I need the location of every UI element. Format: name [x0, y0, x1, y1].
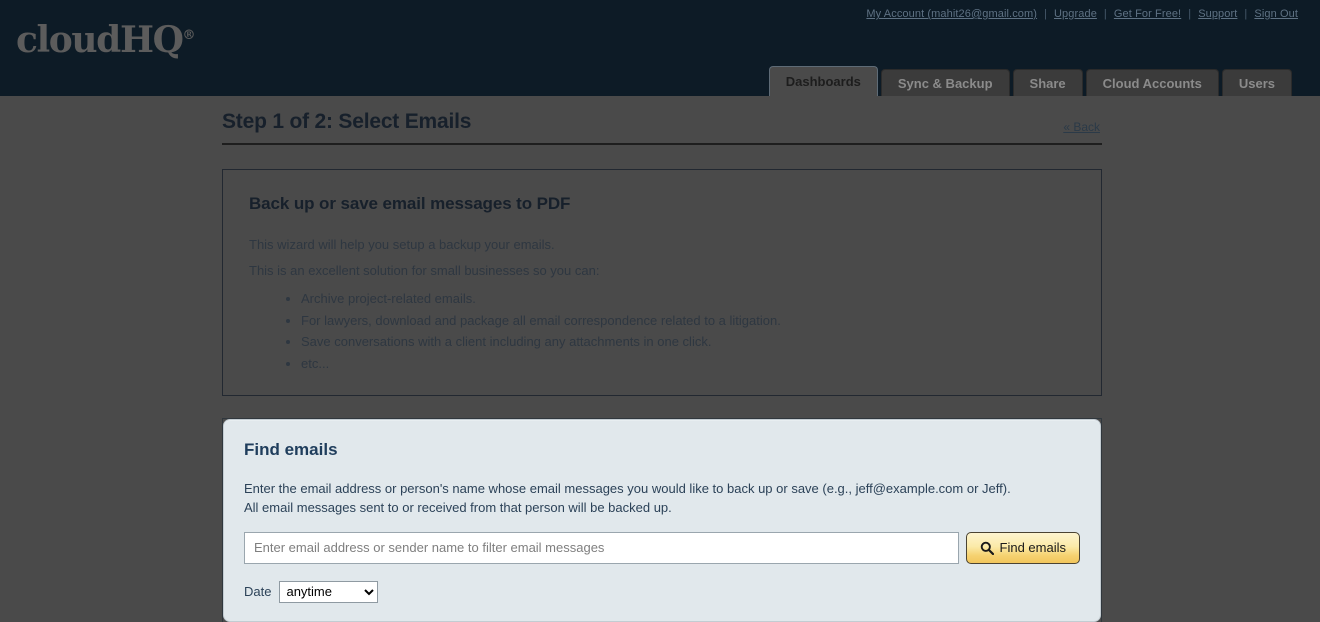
back-link[interactable]: « Back	[1063, 120, 1100, 134]
date-select[interactable]: anytimepast daypast weekpast monthpast y…	[279, 580, 379, 603]
registered-trademark-icon: ®	[182, 28, 196, 43]
info-box-heading: Back up or save email messages to PDF	[249, 194, 571, 213]
link-separator: |	[1188, 8, 1192, 20]
find-emails-panel: Find emails Enter the email address or p…	[223, 419, 1101, 622]
description-line-2: All email messages sent to or received f…	[244, 499, 672, 515]
find-emails-heading: Find emails	[244, 440, 338, 459]
my-account-link[interactable]: My Account (mahit26@gmail.com)	[866, 8, 1037, 20]
list-item: Save conversations with a client includi…	[301, 331, 1075, 353]
cloudhq-logo[interactable]: cloudHQ®	[16, 22, 196, 58]
list-item: For lawyers, download and package all em…	[301, 310, 1075, 332]
utility-links: My Account (mahit26@gmail.com) | Upgrade | G…	[866, 8, 1298, 20]
find-emails-button[interactable]: Find emails	[965, 531, 1080, 564]
info-paragraph-2: This is an excellent solution for small …	[249, 262, 600, 278]
get-for-free-link[interactable]: Get For Free!	[1114, 8, 1181, 20]
search-row: Find emails	[244, 531, 1080, 564]
tab-share[interactable]: Share	[1012, 69, 1083, 96]
search-input[interactable]	[244, 531, 959, 564]
find-emails-description: Enter the email address or person's name…	[244, 480, 1080, 518]
link-separator: |	[1044, 8, 1048, 20]
page-title: Step 1 of 2: Select Emails	[222, 110, 472, 133]
list-item: etc...	[301, 353, 1075, 375]
description-line-1: Enter the email address or person's name…	[244, 481, 1011, 496]
find-emails-button-label: Find emails	[999, 540, 1066, 556]
page-header: Step 1 of 2: Select Emails « Back	[222, 96, 1102, 145]
info-paragraph-1: This wizard will help you setup a backup…	[249, 237, 555, 252]
search-icon	[980, 541, 994, 555]
tab-dashboards[interactable]: Dashboards	[768, 66, 878, 96]
support-link[interactable]: Support	[1198, 8, 1237, 20]
info-bullet-list: Archive project-related emails. For lawy…	[249, 288, 1075, 375]
date-label: Date	[244, 584, 272, 600]
link-separator: |	[1103, 8, 1107, 20]
logo-text: cloudHQ	[16, 19, 184, 61]
upgrade-link[interactable]: Upgrade	[1054, 8, 1097, 20]
main-navigation-tabs: Dashboards Sync & Backup Share Cloud Acc…	[768, 66, 1292, 96]
find-emails-container: Find emails Enter the email address or p…	[222, 418, 1102, 622]
list-item: Archive project-related emails.	[301, 288, 1075, 310]
site-header: My Account (mahit26@gmail.com) | Upgrade | G…	[0, 0, 1320, 96]
link-separator: |	[1244, 8, 1248, 20]
tab-sync-and-backup[interactable]: Sync & Backup	[880, 69, 1010, 96]
main-content: Step 1 of 2: Select Emails « Back Back u…	[222, 96, 1102, 622]
tab-users[interactable]: Users	[1221, 69, 1292, 96]
info-box: Back up or save email messages to PDF Th…	[222, 169, 1102, 396]
date-filter-row: Date anytimepast daypast weekpast monthp…	[244, 580, 1080, 603]
sign-out-link[interactable]: Sign Out	[1254, 8, 1298, 20]
tab-cloud-accounts[interactable]: Cloud Accounts	[1085, 69, 1219, 96]
